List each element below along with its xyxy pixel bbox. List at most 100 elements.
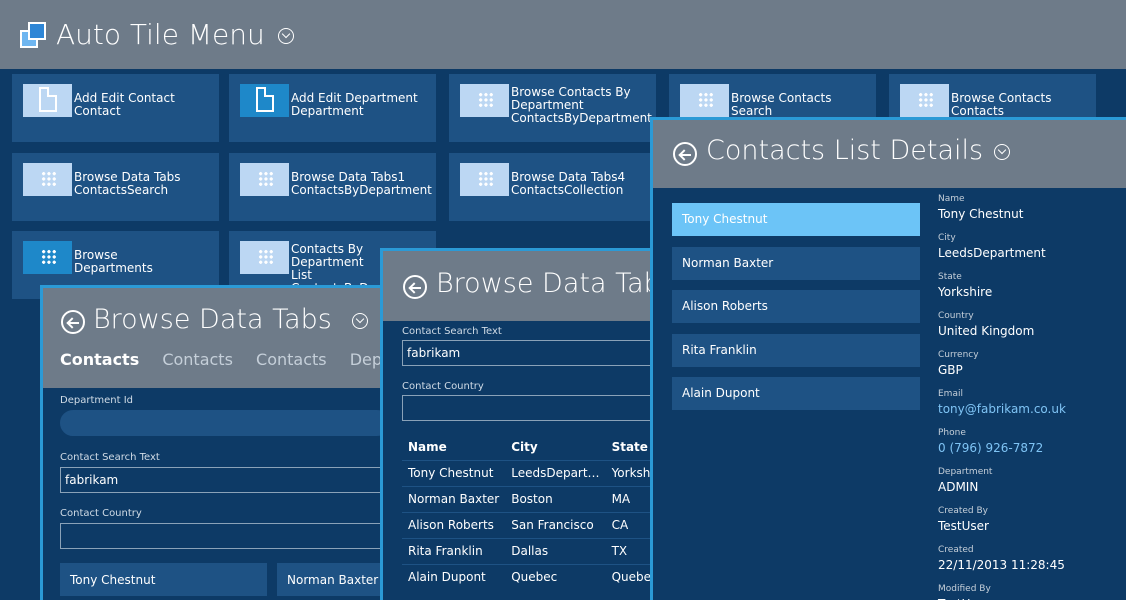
tile-label: Browse Contacts Contacts xyxy=(951,92,1051,118)
back-icon[interactable] xyxy=(403,275,427,299)
detail-label: Country xyxy=(938,311,974,321)
table-row[interactable]: Alison Roberts San Francisco CA xyxy=(402,511,667,538)
detail-label: Created By xyxy=(938,506,988,516)
window-title-text: Contacts List Details xyxy=(706,135,984,166)
table-row[interactable]: Norman Baxter Boston MA xyxy=(402,485,667,512)
detail-link[interactable]: tony@fabrikam.co.uk xyxy=(938,402,1066,416)
back-icon[interactable] xyxy=(673,142,697,166)
contacts-list-details-window: Contacts List Details Tony Chestnut Norma… xyxy=(650,117,1126,600)
detail-label: Created xyxy=(938,545,974,555)
table-cell: Alain Dupont xyxy=(402,563,506,590)
tab-contacts-2[interactable]: Contacts xyxy=(162,350,233,369)
detail-label: Department xyxy=(938,467,993,477)
tile-label-line: Contact xyxy=(74,104,121,118)
window-title: Contacts List Details xyxy=(706,135,1010,166)
table-row[interactable]: Alain Dupont Quebec Quebec xyxy=(402,563,667,590)
app-title[interactable]: Auto Tile Menu xyxy=(56,18,294,51)
contact-country-input[interactable] xyxy=(60,523,390,549)
tile-item[interactable]: Browse Data Tabs1 ContactsByDepartment xyxy=(229,153,436,221)
contact-list-item[interactable]: Alison Roberts xyxy=(672,290,920,323)
detail-value: ADMIN xyxy=(938,480,979,494)
contact-list-item[interactable]: Tony Chestnut xyxy=(672,203,920,236)
tab-contacts-1[interactable]: Contacts xyxy=(60,350,139,369)
table-cell: Alison Roberts xyxy=(402,511,506,538)
detail-label: Email xyxy=(938,389,963,399)
document-icon xyxy=(39,87,57,112)
tile-item[interactable]: Add Edit Department Department xyxy=(229,74,436,142)
tile-label: Browse Contacts By Department ContactsByDe… xyxy=(511,86,652,125)
tile-label-line: ContactsByDepartment xyxy=(291,183,432,197)
tile-icon-box xyxy=(680,84,729,117)
tab-contacts-3[interactable]: Contacts xyxy=(256,350,327,369)
contact-card[interactable]: Norman Baxter xyxy=(277,563,397,596)
department-id-field[interactable] xyxy=(60,410,390,436)
window-title: Browse Data Tabs xyxy=(93,304,369,335)
contact-search-label: Contact Search Text xyxy=(60,452,160,463)
contact-country-label: Contact Country xyxy=(402,381,484,392)
tile-label: Add Edit Department Department xyxy=(291,92,418,118)
tile-label-line: Browse Contacts Search xyxy=(731,91,832,118)
table-header-row: Name City State xyxy=(402,434,667,460)
detail-label: Phone xyxy=(938,428,966,438)
tile-label-line: ContactsByDepartment xyxy=(511,111,652,125)
contact-country-input[interactable] xyxy=(402,395,662,421)
table-cell: LeedsDepart… xyxy=(505,459,606,486)
contact-search-label: Contact Search Text xyxy=(402,326,502,337)
table-cell: Tony Chestnut xyxy=(402,459,506,486)
contact-list-item[interactable]: Alain Dupont xyxy=(672,377,920,410)
tile-label-line: Department xyxy=(291,104,364,118)
tile-label: Browse Departments xyxy=(74,249,153,275)
tile-item[interactable]: Browse Contacts By Department ContactsByDe… xyxy=(449,74,656,142)
column-header-name[interactable]: Name xyxy=(402,434,505,460)
table-row[interactable]: Rita Franklin Dallas TX xyxy=(402,537,667,564)
table-cell: Boston xyxy=(505,485,606,512)
window-header: Contacts List Details xyxy=(653,120,1126,188)
tile-item[interactable]: Browse Data Tabs4 ContactsCollection xyxy=(449,153,656,221)
back-icon[interactable] xyxy=(61,310,85,334)
table-row[interactable]: Tony Chestnut LeedsDepart… Yorkshire xyxy=(402,459,667,486)
detail-label: Currency xyxy=(938,350,979,360)
detail-label: State xyxy=(938,272,962,282)
department-id-label: Department Id xyxy=(60,395,133,406)
window-title: Browse Data Tabs xyxy=(436,268,670,299)
contacts-table: Name City State Tony Chestnut LeedsDepart… xyxy=(402,434,667,590)
detail-value: LeedsDepartment xyxy=(938,246,1046,260)
grid-icon xyxy=(698,92,714,108)
app-title-text: Auto Tile Menu xyxy=(56,18,265,51)
browse-data-tabs-window: Browse Data Tabs Contacts Contacts Conta… xyxy=(40,285,400,600)
table-cell: Dallas xyxy=(505,537,606,564)
browse-data-table-window: Browse Data Tabs Contact Search Text fab… xyxy=(380,248,670,600)
tile-label: Browse Data Tabs1 ContactsByDepartment xyxy=(291,171,432,197)
tile-item[interactable]: Browse Data Tabs ContactsSearch xyxy=(12,153,219,221)
document-icon xyxy=(256,87,274,112)
contact-list-item[interactable]: Rita Franklin xyxy=(672,333,920,367)
chevron-down-icon[interactable] xyxy=(277,28,294,44)
tile-icon-box xyxy=(460,84,509,117)
tile-icon-box xyxy=(460,163,509,196)
detail-value: 22/11/2013 11:28:45 xyxy=(938,558,1065,572)
grid-icon xyxy=(918,92,934,108)
detail-label: City xyxy=(938,233,956,243)
tile-label: Add Edit Contact Contact xyxy=(74,92,175,118)
contact-search-input[interactable]: fabrikam xyxy=(402,340,662,366)
window-title-text: Browse Data Tabs xyxy=(93,304,332,335)
tile-item[interactable]: Add Edit Contact Contact xyxy=(12,74,219,142)
tile-icon-box xyxy=(240,163,289,196)
contact-list-item[interactable]: Norman Baxter xyxy=(672,246,920,280)
column-header-city[interactable]: City xyxy=(505,434,605,460)
detail-link[interactable]: 0 (796) 926-7872 xyxy=(938,441,1043,455)
grid-icon xyxy=(478,92,494,108)
chevron-down-icon[interactable] xyxy=(352,312,369,329)
grid-icon xyxy=(41,171,57,187)
tile-icon-box xyxy=(240,84,289,117)
contact-search-input[interactable]: fabrikam xyxy=(60,467,390,493)
tile-icon-box xyxy=(23,241,72,274)
tile-label: Browse Data Tabs ContactsSearch xyxy=(74,171,181,197)
detail-value: GBP xyxy=(938,363,963,377)
detail-label: Name xyxy=(938,194,965,204)
chevron-down-icon[interactable] xyxy=(993,143,1010,160)
grid-icon xyxy=(478,171,494,187)
tab-strip: Contacts Contacts Contacts Depart xyxy=(60,350,397,369)
contact-card[interactable]: Tony Chestnut xyxy=(60,563,267,596)
grid-icon xyxy=(41,249,57,265)
